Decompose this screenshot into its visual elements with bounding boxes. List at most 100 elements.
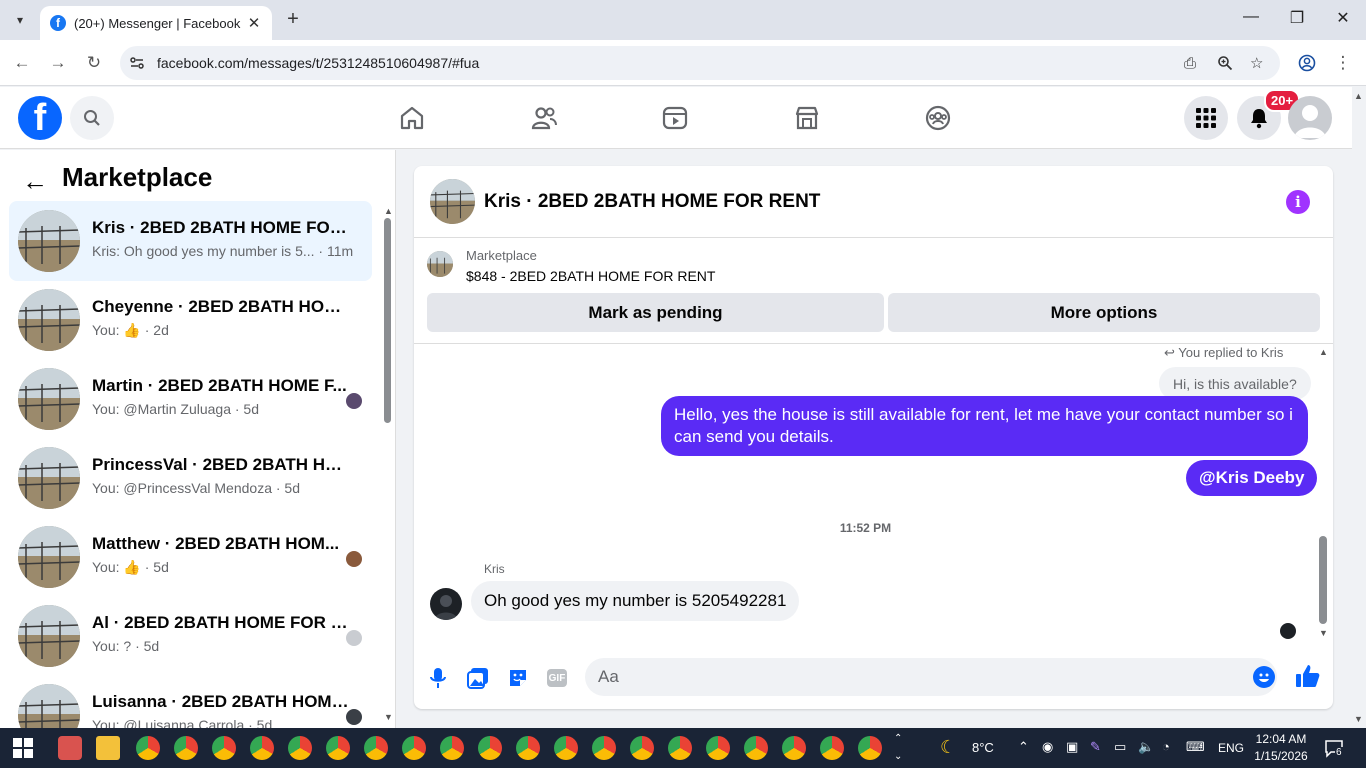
chrome-profile-icon[interactable] — [706, 736, 730, 760]
system-clock[interactable]: 12:04 AM 1/15/2026 — [1250, 731, 1312, 765]
chrome-profile-icon[interactable] — [402, 736, 426, 760]
back-arrow-icon[interactable]: ← — [22, 166, 48, 197]
weather-temperature[interactable]: 8°C — [972, 740, 994, 755]
new-tab-button[interactable]: + — [282, 8, 304, 30]
chrome-profile-icon[interactable] — [212, 736, 236, 760]
conversation-list-scrollbar[interactable] — [384, 218, 391, 423]
listing-thumbnail — [18, 526, 80, 588]
site-info-icon[interactable] — [129, 46, 145, 80]
install-app-icon[interactable]: ⎙ — [1184, 46, 1196, 80]
wifi-icon[interactable]: ◔ — [1162, 739, 1170, 754]
battery-icon[interactable]: ▭ — [1114, 739, 1126, 755]
chat-title[interactable]: Kris · 2BED 2BATH HOME FOR RENT — [484, 191, 820, 213]
outgoing-mention-message[interactable]: @Kris Deeby — [1186, 460, 1318, 496]
friends-icon[interactable] — [527, 101, 561, 135]
notification-center-icon[interactable]: 6 — [1324, 738, 1344, 758]
read-receipt-avatar — [346, 551, 362, 567]
chrome-profile-icon[interactable] — [250, 736, 274, 760]
reload-icon[interactable]: ↻ — [83, 52, 105, 74]
windows-start-icon[interactable] — [13, 738, 33, 758]
like-thumbs-up-icon[interactable] — [1295, 663, 1321, 689]
page-scroll-down-icon[interactable]: ▼ — [1354, 714, 1363, 724]
more-options-button[interactable]: More options — [888, 293, 1320, 332]
camera-icon[interactable]: ▣ — [1066, 739, 1078, 755]
chrome-icon[interactable] — [136, 736, 160, 760]
chrome-profile-icon[interactable] — [516, 736, 540, 760]
sender-avatar[interactable] — [430, 588, 462, 620]
chat-listing-thumbnail[interactable] — [430, 179, 475, 224]
chrome-profile-icon-active[interactable] — [364, 736, 388, 760]
chat-scroll-up-icon[interactable]: ▲ — [1319, 347, 1328, 357]
facebook-logo-icon[interactable]: f — [18, 96, 62, 140]
marketplace-icon[interactable] — [790, 101, 824, 135]
file-explorer-icon[interactable] — [96, 736, 120, 760]
browser-menu-icon[interactable]: ⋮ — [1332, 52, 1354, 74]
chrome-profile-icon[interactable] — [554, 736, 578, 760]
zoom-icon[interactable] — [1217, 46, 1233, 80]
show-hidden-icons-icon[interactable]: ⌃ — [1018, 739, 1029, 755]
bookmark-star-icon[interactable]: ☆ — [1250, 46, 1263, 80]
restore-icon[interactable]: ❐ — [1274, 8, 1320, 28]
chrome-profile-icon[interactable] — [630, 736, 654, 760]
chrome-profile-icon[interactable] — [668, 736, 692, 760]
chrome-profile-icon[interactable] — [288, 736, 312, 760]
chrome-profile-icon[interactable] — [782, 736, 806, 760]
taskbar-overflow-icon[interactable]: ⌃ ⌄ — [894, 730, 902, 766]
emoji-icon[interactable] — [1253, 666, 1275, 688]
conversation-name: Matthew · 2BED 2BATH HOM... — [92, 534, 340, 553]
minimize-icon[interactable]: — — [1228, 8, 1274, 26]
forward-icon[interactable]: → — [47, 52, 69, 74]
video-icon[interactable] — [658, 101, 692, 135]
gif-icon[interactable]: GIF — [544, 665, 570, 691]
message-input[interactable]: Aa — [585, 658, 1277, 696]
conversation-item-martin[interactable]: Martin · 2BED 2BATH HOME F... You: @Mart… — [9, 359, 372, 439]
tab-search-icon[interactable]: ▾ — [8, 8, 32, 32]
photo-icon[interactable] — [465, 665, 491, 691]
groups-icon[interactable] — [921, 101, 955, 135]
close-window-icon[interactable]: ✕ — [1320, 8, 1366, 28]
chrome-profile-icon[interactable] — [440, 736, 464, 760]
scroll-down-arrow-icon[interactable]: ▼ — [384, 712, 393, 722]
address-bar[interactable]: facebook.com/messages/t/2531248510604987… — [120, 46, 1280, 80]
volume-icon[interactable]: 🔈 — [1138, 739, 1154, 755]
conversation-item-cheyenne[interactable]: Cheyenne · 2BED 2BATH HOME ... You: 👍 · … — [9, 280, 372, 360]
sticker-icon[interactable] — [505, 665, 531, 691]
conversation-item-al[interactable]: Al · 2BED 2BATH HOME FOR R... You: ? · 5… — [9, 596, 372, 676]
conversation-item-matthew[interactable]: Matthew · 2BED 2BATH HOM... You: 👍 · 5d — [9, 517, 372, 597]
profile-icon[interactable] — [1296, 52, 1318, 74]
tab-close-icon[interactable]: ✕ — [246, 14, 262, 32]
chrome-profile-icon[interactable] — [820, 736, 844, 760]
microphone-icon[interactable] — [425, 665, 451, 691]
search-icon[interactable] — [70, 96, 114, 140]
chrome-profile-icon[interactable] — [478, 736, 502, 760]
chrome-profile-icon[interactable] — [592, 736, 616, 760]
conversation-list-panel: ← Marketplace Kris · 2BED 2BATH HOME FOR… — [0, 150, 396, 728]
reply-indicator-text: You replied to Kris — [1178, 345, 1284, 360]
chat-scroll-down-icon[interactable]: ▼ — [1319, 628, 1328, 638]
chrome-profile-icon[interactable] — [744, 736, 768, 760]
scroll-up-arrow-icon[interactable]: ▲ — [384, 206, 393, 216]
chrome-profile-icon[interactable] — [326, 736, 350, 760]
chat-scrollbar[interactable] — [1319, 536, 1327, 624]
incoming-message[interactable]: Oh good yes my number is 5205492281 — [471, 581, 800, 621]
record-icon[interactable]: ◉ — [1042, 739, 1053, 755]
menu-grid-icon[interactable] — [1184, 96, 1228, 140]
keyboard-icon[interactable]: ⌨ — [1186, 739, 1205, 755]
pen-icon[interactable]: ✎ — [1090, 739, 1101, 755]
conversation-item-kris[interactable]: Kris · 2BED 2BATH HOME FOR R... Kris: Oh… — [9, 201, 372, 281]
browser-tab[interactable]: f (20+) Messenger | Facebook ✕ — [40, 6, 272, 40]
account-avatar[interactable] — [1288, 96, 1332, 140]
home-icon[interactable] — [395, 101, 429, 135]
input-language[interactable]: ENG — [1218, 741, 1244, 755]
conversation-item-princessval[interactable]: PrincessVal · 2BED 2BATH HOME... You: @P… — [9, 438, 372, 518]
back-icon[interactable]: ← — [11, 52, 33, 74]
chrome-profile-icon[interactable] — [858, 736, 882, 760]
mark-as-pending-button[interactable]: Mark as pending — [427, 293, 884, 332]
chrome-profile-icon[interactable] — [174, 736, 198, 760]
conversation-item-luisanna[interactable]: Luisanna · 2BED 2BATH HOME... You: @Luis… — [9, 675, 372, 728]
outgoing-message[interactable]: Hello, yes the house is still available … — [661, 396, 1308, 456]
info-icon[interactable]: i — [1286, 190, 1310, 214]
page-scroll-up-icon[interactable]: ▲ — [1354, 91, 1363, 101]
paint-app-icon[interactable] — [58, 736, 82, 760]
listing-price-title[interactable]: $848 - 2BED 2BATH HOME FOR RENT — [466, 268, 715, 284]
